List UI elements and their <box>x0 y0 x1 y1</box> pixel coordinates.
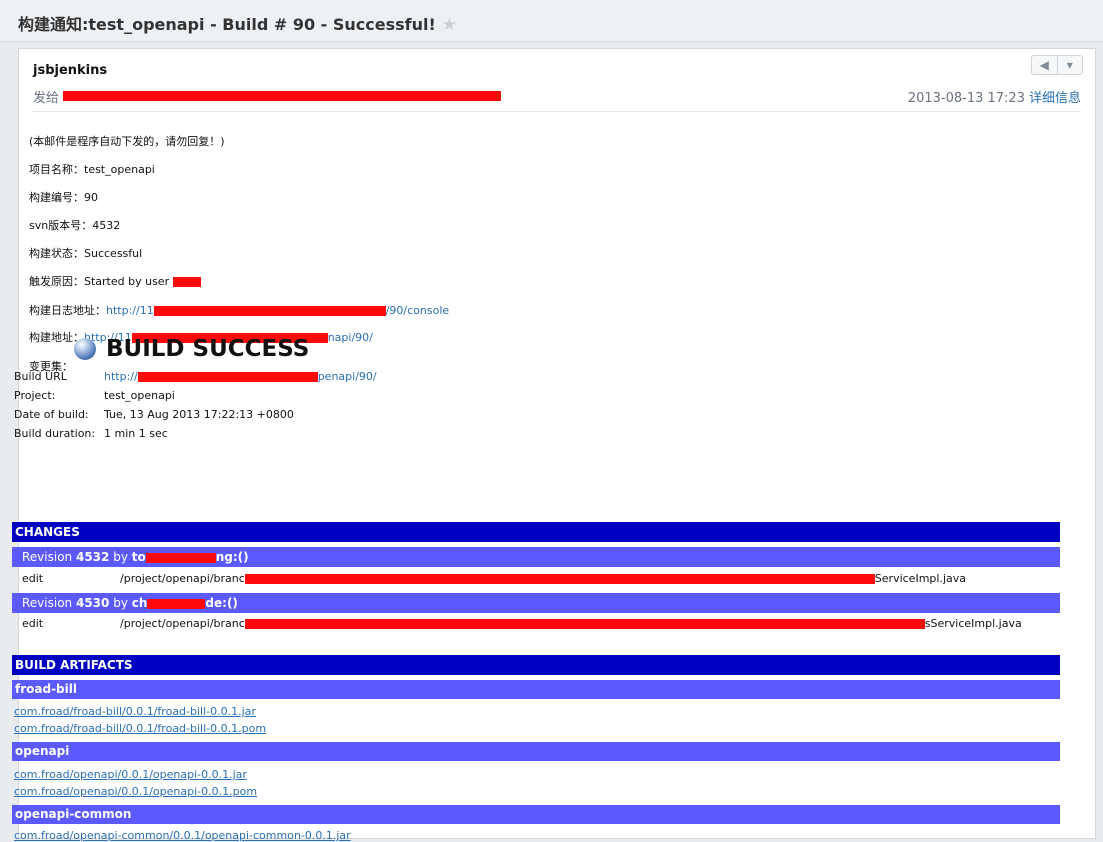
project-row: Project: test_openapi <box>14 389 175 402</box>
duration-row: Build duration: 1 min 1 sec <box>14 427 168 440</box>
build-url-link-2[interactable]: http://penapi/90/ <box>104 370 377 389</box>
artifact-group-header: openapi <box>12 742 1060 761</box>
artifacts-header: BUILD ARTIFACTS <box>12 655 1060 675</box>
revision-header: Revision 4530 by ch de:() <box>12 593 1060 613</box>
recipients-label: 发给 <box>33 91 60 106</box>
artifact-link[interactable]: com.froad/openapi/0.0.1/openapi-0.0.1.po… <box>14 785 257 798</box>
build-success-banner: BUILD SUCCESS <box>74 336 309 362</box>
sender-name[interactable]: jsbjenkins <box>33 63 107 78</box>
message-date: 2013-08-13 17:23 详细信息 <box>907 91 1081 106</box>
artifact-group-header: openapi-common <box>12 805 1060 824</box>
artifact-link[interactable]: com.froad/openapi-common/0.0.1/openapi-c… <box>14 829 351 842</box>
build-url-row: Build URL http://penapi/90/ <box>14 370 377 389</box>
artifact-link[interactable]: com.froad/froad-bill/0.0.1/froad-bill-0.… <box>14 722 266 735</box>
build-status-line: 构建状态：Successful <box>29 247 143 260</box>
message-subject: 构建通知:test_openapi - Build # 90 - Success… <box>18 15 458 35</box>
details-link[interactable]: 详细信息 <box>1029 91 1081 106</box>
header-divider <box>33 111 1081 112</box>
message-header: jsbjenkins 发给 ◀ ▾ 2013-08-13 17:23 详细信息 <box>19 49 1095 113</box>
log-url-line: 构建日志地址：http://11/90/console <box>29 304 450 317</box>
reply-button-group: ◀ ▾ <box>1031 55 1083 75</box>
date-row: Date of build: Tue, 13 Aug 2013 17:22:13… <box>14 408 294 421</box>
reply-icon[interactable]: ◀ <box>1032 56 1058 74</box>
auto-notice: (本邮件是程序自动下发的，请勿回复！) <box>29 135 225 148</box>
build-number-line: 构建编号：90 <box>29 191 98 204</box>
log-url-link[interactable]: http://11/90/console <box>106 304 449 317</box>
artifact-link[interactable]: com.froad/openapi/0.0.1/openapi-0.0.1.ja… <box>14 768 247 781</box>
redacted-recipients <box>63 91 501 101</box>
success-ball-icon <box>74 338 96 360</box>
redacted-user <box>172 277 201 287</box>
chevron-down-icon[interactable]: ▾ <box>1058 56 1083 74</box>
project-name-line: 项目名称：test_openapi <box>29 163 155 176</box>
artifact-link[interactable]: com.froad/froad-bill/0.0.1/froad-bill-0.… <box>14 705 256 718</box>
artifact-group-header: froad-bill <box>12 680 1060 699</box>
message-titlebar: 构建通知:test_openapi - Build # 90 - Success… <box>0 0 1103 42</box>
revision-header: Revision 4532 by to ng:() <box>12 547 1060 567</box>
star-icon[interactable]: ★ <box>442 15 457 35</box>
trigger-line: 触发原因：Started by user <box>29 273 201 289</box>
changes-header: CHANGES <box>12 522 1060 542</box>
svn-version-line: svn版本号：4532 <box>29 219 121 232</box>
build-summary: Build URL http://penapi/90/ Project: tes… <box>14 370 377 446</box>
